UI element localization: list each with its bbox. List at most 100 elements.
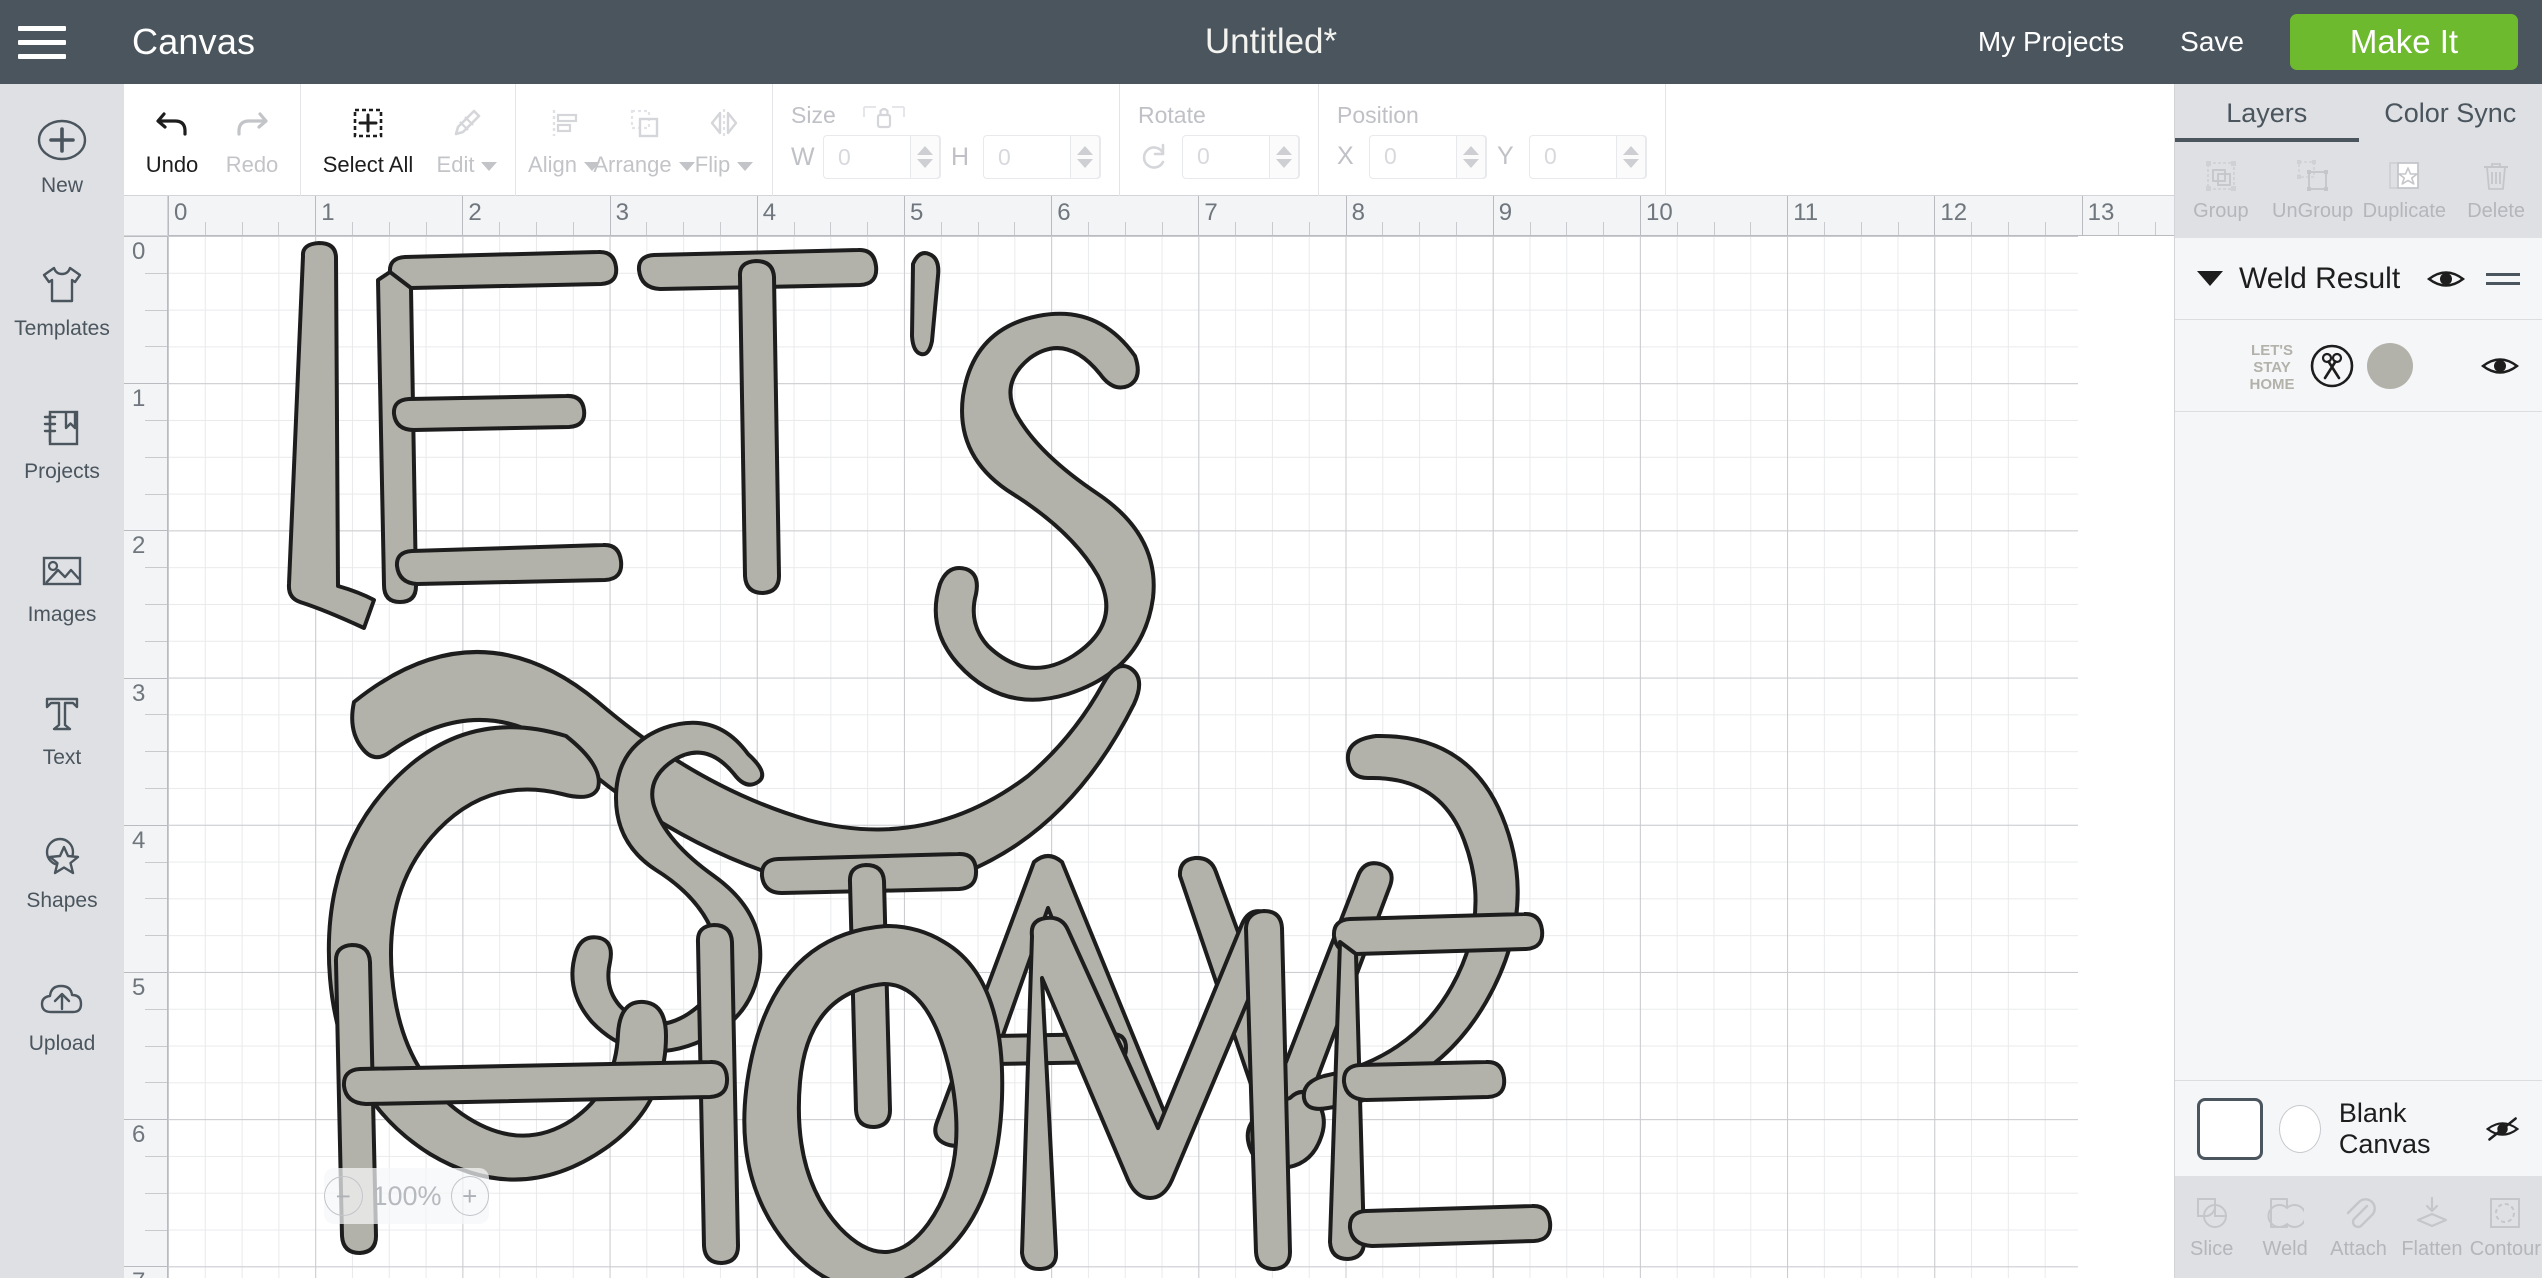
align-button[interactable]: Align	[524, 84, 604, 196]
scissors-cut-icon[interactable]	[2309, 343, 2355, 389]
my-projects-link[interactable]: My Projects	[1950, 26, 2152, 58]
ruler-tick	[145, 788, 167, 789]
save-button[interactable]: Save	[2152, 26, 2272, 58]
duplicate-button[interactable]: Duplicate	[2359, 158, 2451, 223]
group-button[interactable]: Group	[2175, 158, 2267, 223]
layer-group-row[interactable]: Weld Result	[2175, 238, 2542, 320]
hamburger-line	[18, 53, 66, 59]
sidebar-item-text[interactable]: Text	[0, 656, 124, 799]
artwork-lets-stay-home[interactable]	[168, 236, 2078, 1278]
flip-button[interactable]: Flip	[684, 84, 764, 196]
ruler-label: 5	[132, 974, 146, 1001]
ruler-tick	[145, 272, 167, 274]
undo-button[interactable]: Undo	[132, 84, 212, 196]
sidebar-item-upload[interactable]: Upload	[0, 942, 124, 1085]
ruler-label: 4	[762, 199, 777, 226]
triangle-down-icon[interactable]	[2197, 271, 2223, 286]
vertical-ruler: 0 1 2 3 4 5 6 7	[124, 236, 168, 1278]
contour-button[interactable]: Contour	[2469, 1194, 2542, 1261]
app-title: Canvas	[132, 21, 256, 62]
flatten-button[interactable]: Flatten	[2395, 1194, 2468, 1261]
attach-button[interactable]: Attach	[2322, 1194, 2395, 1261]
height-input[interactable]: 0	[983, 135, 1101, 179]
size-controls: Size W 0 H 0	[773, 84, 1120, 196]
artwork-glyph	[1341, 1059, 1507, 1102]
right-panel: Layers Color Sync Group UnGroup Duplicat…	[2174, 84, 2542, 1278]
weld-button[interactable]: Weld	[2248, 1194, 2321, 1261]
ruler-tick	[1676, 222, 1678, 235]
ruler-tick	[1971, 222, 1973, 235]
sidebar-item-templates[interactable]: Templates	[0, 227, 124, 370]
ruler-tick	[145, 1192, 167, 1194]
edit-pencil-icon	[454, 109, 481, 136]
svg-text:LET'S: LET'S	[2251, 342, 2293, 359]
ruler-tick	[2008, 222, 2009, 235]
eye-icon[interactable]	[2480, 352, 2520, 380]
x-stepper[interactable]	[1456, 134, 1486, 179]
x-value: 0	[1384, 143, 1397, 169]
contour-icon	[2490, 1197, 2521, 1228]
artwork-glyph	[737, 259, 781, 595]
blank-canvas-color-swatch[interactable]	[2278, 1104, 2321, 1153]
layer-menu-icon[interactable]	[2486, 267, 2520, 291]
y-stepper[interactable]	[1616, 134, 1646, 179]
ruler-tick	[124, 530, 167, 532]
arrange-button[interactable]: Arrange	[593, 84, 695, 196]
ruler-label: 6	[132, 1121, 146, 1149]
y-input[interactable]: 0	[1529, 134, 1647, 179]
slice-label: Slice	[2190, 1237, 2234, 1260]
hamburger-menu-icon[interactable]	[0, 0, 84, 84]
layer-color-swatch[interactable]	[2367, 342, 2413, 389]
ungroup-button[interactable]: UnGroup	[2267, 158, 2359, 223]
zoom-out-button[interactable]: −	[324, 1176, 363, 1216]
ruler-label: 12	[1940, 199, 1968, 226]
eye-icon[interactable]	[2426, 265, 2466, 293]
star-circle-icon	[45, 837, 80, 874]
ruler-tick	[352, 222, 353, 235]
ruler-tick	[124, 383, 167, 385]
sidebar-item-projects[interactable]: Projects	[0, 370, 124, 513]
ruler-tick	[1713, 222, 1715, 235]
rotate-input[interactable]: 0	[1182, 134, 1300, 179]
panel-tabs: Layers Color Sync	[2175, 84, 2542, 142]
blank-canvas-row[interactable]: Blank Canvas	[2175, 1080, 2542, 1176]
align-icon	[552, 110, 578, 136]
slice-icon	[2196, 1197, 2227, 1228]
ruler-label: 0	[174, 199, 188, 226]
x-input[interactable]: 0	[1369, 134, 1487, 179]
slice-button[interactable]: Slice	[2175, 1194, 2248, 1261]
layer-thumbnail: LET'S STAY HOME	[2250, 342, 2295, 393]
hamburger-line	[18, 25, 66, 31]
edit-button[interactable]: Edit	[427, 84, 507, 196]
ruler-tick	[1088, 222, 1089, 235]
cutting-mat[interactable]	[168, 236, 2078, 1278]
y-value: 0	[1544, 143, 1557, 169]
artwork-glyph	[1244, 909, 1292, 1271]
sidebar-item-shapes[interactable]: Shapes	[0, 799, 124, 942]
zoom-in-button[interactable]: +	[450, 1176, 489, 1216]
tshirt-icon	[42, 266, 82, 302]
rotate-value: 0	[1197, 143, 1210, 169]
sidebar-item-new[interactable]: New	[0, 84, 124, 227]
sidebar-item-images[interactable]: Images	[0, 513, 124, 656]
lock-icon[interactable]	[862, 101, 906, 135]
rotate-stepper[interactable]	[1269, 134, 1299, 179]
height-stepper[interactable]	[1070, 135, 1100, 179]
redo-button[interactable]: Redo	[212, 84, 292, 196]
make-it-button[interactable]: Make It	[2290, 14, 2518, 70]
canvas-area[interactable]: 012345678910111213 01234567 − 100% +	[124, 196, 2174, 1278]
width-input[interactable]: 0	[823, 135, 941, 179]
ruler-tick	[1456, 222, 1457, 235]
ruler-tick	[145, 640, 167, 642]
ruler-tick	[1419, 222, 1421, 235]
ruler-tick	[124, 1119, 167, 1121]
select-all-button[interactable]: Select All	[309, 84, 427, 196]
ruler-tick	[124, 972, 167, 973]
delete-button[interactable]: Delete	[2450, 158, 2542, 223]
tab-layers[interactable]: Layers	[2175, 84, 2359, 142]
tab-color-sync[interactable]: Color Sync	[2359, 84, 2542, 142]
sidebar-item-label: Templates	[14, 316, 110, 340]
width-stepper[interactable]	[910, 135, 940, 179]
eye-hidden-icon[interactable]	[2485, 1115, 2520, 1143]
layer-row[interactable]: LET'S STAY HOME	[2175, 320, 2542, 412]
